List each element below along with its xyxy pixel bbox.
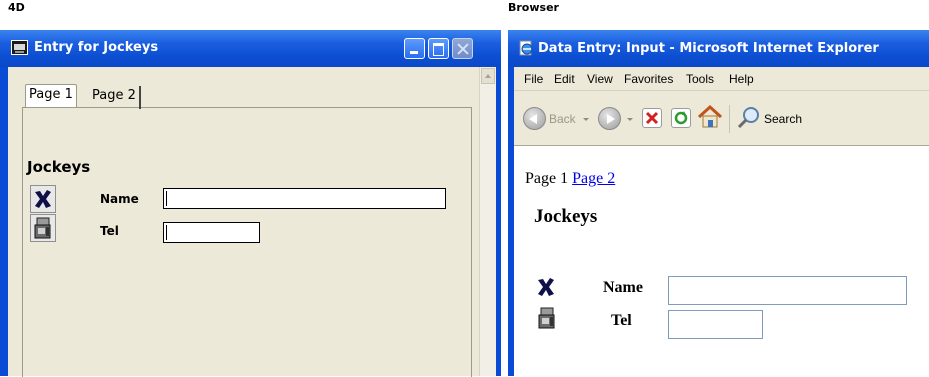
forward-arrow-icon[interactable] (598, 107, 621, 130)
name-label-4d: Name (100, 192, 139, 206)
maximize-button[interactable] (428, 38, 449, 59)
menu-edit[interactable]: Edit (554, 72, 575, 86)
caption-browser: Browser (508, 1, 559, 14)
back-button-label[interactable]: Back (549, 112, 576, 126)
caption-4d: 4D (8, 1, 25, 14)
menu-help[interactable]: Help (729, 72, 754, 86)
form-area-4d: Page 1 Page 2 Jockeys Name Tel (8, 67, 496, 377)
minimize-button[interactable] (404, 38, 425, 59)
delete-record-button[interactable] (30, 185, 56, 213)
browser-content: Page 1 Page 2 Jockeys Name Tel (514, 146, 929, 376)
tab-page-1[interactable]: Page 1 (25, 84, 77, 107)
search-button-label[interactable]: Search (764, 112, 802, 126)
delete-x-icon (35, 190, 51, 208)
stop-icon[interactable] (642, 108, 662, 128)
browser-toolbar: Back Search (514, 91, 929, 146)
name-label-browser: Name (603, 279, 643, 296)
menu-tools[interactable]: Tools (686, 72, 714, 86)
window-4d: Entry for Jockeys Page 1 Page 2 Jockeys … (0, 30, 501, 377)
window-title-browser: Data Entry: Input - Microsoft Internet E… (538, 41, 879, 56)
name-input-browser[interactable] (668, 276, 907, 305)
window-title-4d: Entry for Jockeys (34, 40, 159, 55)
tel-label-browser: Tel (611, 312, 632, 329)
close-button[interactable] (452, 38, 473, 59)
floppy-save-icon (34, 217, 51, 239)
tel-label-4d: Tel (100, 224, 119, 238)
tel-input-browser[interactable] (668, 310, 763, 339)
page-1-text: Page 1 (525, 170, 569, 187)
floppy-save-icon[interactable] (538, 307, 556, 329)
title-bar-4d[interactable]: Entry for Jockeys (0, 30, 501, 67)
page-links: Page 1 Page 2 (525, 170, 615, 188)
menu-favorites[interactable]: Favorites (624, 72, 673, 86)
title-bar-browser[interactable]: Data Entry: Input - Microsoft Internet E… (508, 30, 929, 67)
save-record-button[interactable] (30, 214, 56, 242)
vertical-scrollbar[interactable] (479, 67, 496, 376)
forward-dropdown-icon[interactable] (627, 118, 633, 121)
page-2-link[interactable]: Page 2 (572, 170, 615, 187)
home-icon[interactable] (696, 104, 724, 130)
refresh-icon[interactable] (671, 108, 691, 128)
ie-page-icon (519, 40, 533, 56)
search-magnifier-icon[interactable] (736, 105, 762, 131)
name-field-4d[interactable] (163, 188, 446, 209)
delete-x-icon[interactable] (536, 278, 556, 296)
scroll-up-arrow-icon[interactable] (481, 68, 495, 84)
back-dropdown-icon[interactable] (583, 118, 589, 121)
form-title-browser: Jockeys (534, 206, 598, 227)
form-title-4d: Jockeys (27, 158, 91, 176)
menu-view[interactable]: View (587, 72, 613, 86)
menu-file[interactable]: File (524, 72, 543, 86)
toolbar-separator (729, 105, 730, 133)
tab-page-2[interactable]: Page 2 (89, 86, 141, 109)
tel-field-4d[interactable] (163, 222, 260, 243)
window-browser: Data Entry: Input - Microsoft Internet E… (508, 30, 929, 376)
back-arrow-icon[interactable] (523, 107, 546, 130)
menu-bar: File Edit View Favorites Tools Help (514, 67, 929, 91)
app-window-icon (11, 40, 28, 55)
